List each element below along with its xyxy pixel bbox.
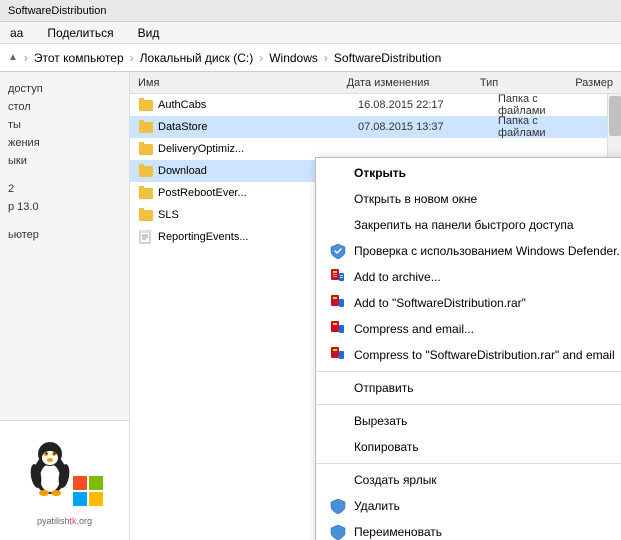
ctx-label-copy: Копировать xyxy=(354,440,419,454)
ctx-label-add-sd-rar: Add to "SoftwareDistribution.rar" xyxy=(354,296,526,310)
file-type-datastore: Папка с файлами xyxy=(490,115,590,139)
ctx-label-rename: Переименовать xyxy=(354,525,442,539)
ctx-item-cut[interactable]: Вырезать xyxy=(316,408,621,434)
separator-3 xyxy=(316,463,621,464)
file-list-container: Имя Дата изменения Тип Размер AuthCabs 1… xyxy=(130,72,621,540)
pin-icon xyxy=(328,217,348,233)
sidebar-item-dostup[interactable]: доступ xyxy=(0,80,129,98)
ctx-item-compress-sd-email[interactable]: Compress to "SoftwareDistribution.rar" a… xyxy=(316,342,621,368)
open-icon xyxy=(328,165,348,181)
col-header-size[interactable]: Размер xyxy=(567,77,621,89)
ctx-item-send[interactable]: Отправить ▶ xyxy=(316,375,621,401)
address-bar: ▲ › Этот компьютер › Локальный диск (C:)… xyxy=(0,44,621,72)
windows-logo xyxy=(73,476,105,511)
title-bar: SoftwareDistribution xyxy=(0,0,621,22)
rename-shield-icon xyxy=(328,524,348,540)
rar-icon-2 xyxy=(328,295,348,311)
file-name-datastore: DataStore xyxy=(130,120,350,134)
file-date-authcabs: 16.08.2015 22:17 xyxy=(350,99,490,111)
ctx-item-delete[interactable]: Удалить xyxy=(316,493,621,519)
sidebar-item-yki[interactable]: ыки xyxy=(0,152,129,170)
address-part-2[interactable]: Windows xyxy=(269,51,318,65)
menu-bar: аа Поделиться Вид xyxy=(0,22,621,44)
file-name-delivery: DeliveryOptimiz... xyxy=(130,142,350,156)
copy-icon xyxy=(328,439,348,455)
address-sep-4: › xyxy=(324,51,328,65)
file-date-datastore: 07.08.2015 13:37 xyxy=(350,121,490,133)
ctx-item-add-archive[interactable]: Add to archive... xyxy=(316,264,621,290)
table-row[interactable]: DataStore 07.08.2015 13:37 Папка с файла… xyxy=(130,116,621,138)
logo-composite xyxy=(25,436,105,516)
sidebar-item-zheniya[interactable]: жения xyxy=(0,134,129,152)
bottom-logo-area: pyatilishtk.org xyxy=(0,420,130,540)
rar-icon-1 xyxy=(328,269,348,285)
ctx-label-compress-sd-email: Compress to "SoftwareDistribution.rar" a… xyxy=(354,348,615,362)
col-header-type[interactable]: Тип xyxy=(472,77,567,89)
scroll-thumb[interactable] xyxy=(609,96,621,136)
defender-shield-icon xyxy=(328,243,348,259)
col-header-date[interactable]: Дата изменения xyxy=(339,77,472,89)
menu-item-share[interactable]: Поделиться xyxy=(41,24,119,42)
ctx-item-compress-email[interactable]: Compress and email... xyxy=(316,316,621,342)
sidebar-item-stol[interactable]: стол xyxy=(0,98,129,116)
address-part-1[interactable]: Локальный диск (C:) xyxy=(140,51,254,65)
address-sep-3: › xyxy=(259,51,263,65)
file-list-header: Имя Дата изменения Тип Размер xyxy=(130,72,621,94)
logo-text: pyatilishtk.org xyxy=(37,516,92,526)
nav-up-icon[interactable]: ▲ xyxy=(8,52,18,63)
cut-icon xyxy=(328,413,348,429)
ctx-item-shortcut[interactable]: Создать ярлык xyxy=(316,467,621,493)
table-row[interactable]: AuthCabs 16.08.2015 22:17 Папка с файлам… xyxy=(130,94,621,116)
penguin-icon xyxy=(30,436,70,499)
ctx-label-send: Отправить xyxy=(354,381,414,395)
separator-1 xyxy=(316,371,621,372)
ctx-item-pin[interactable]: Закрепить на панели быстрого доступа xyxy=(316,212,621,238)
sidebar: доступ стол ты жения ыки 2 р 13.0 ьютер xyxy=(0,72,130,540)
address-part-0[interactable]: Этот компьютер xyxy=(34,51,124,65)
shortcut-icon xyxy=(328,472,348,488)
ctx-label-delete: Удалить xyxy=(354,499,400,513)
ctx-label-open-new: Открыть в новом окне xyxy=(354,192,477,206)
ctx-label-add-archive: Add to archive... xyxy=(354,270,441,284)
ctx-item-add-sd-rar[interactable]: Add to "SoftwareDistribution.rar" xyxy=(316,290,621,316)
separator-2 xyxy=(316,404,621,405)
ctx-item-copy[interactable]: Копировать xyxy=(316,434,621,460)
ctx-label-shortcut: Создать ярлык xyxy=(354,473,437,487)
ctx-item-defender[interactable]: Проверка с использованием Windows Defend… xyxy=(316,238,621,264)
ctx-label-compress-email: Compress and email... xyxy=(354,322,474,336)
ctx-label-open: Открыть xyxy=(354,166,406,180)
address-sep-1: › xyxy=(24,51,28,65)
open-new-icon xyxy=(328,191,348,207)
context-menu: Открыть Открыть в новом окне Закрепить н… xyxy=(315,157,621,540)
ctx-item-rename[interactable]: Переименовать xyxy=(316,519,621,540)
file-type-authcabs: Папка с файлами xyxy=(490,93,590,117)
sidebar-item-ty[interactable]: ты xyxy=(0,116,129,134)
rar-icon-3 xyxy=(328,321,348,337)
address-part-3[interactable]: SoftwareDistribution xyxy=(334,51,441,65)
sidebar-item-computer[interactable]: ьютер xyxy=(0,226,129,244)
ctx-label-defender: Проверка с использованием Windows Defend… xyxy=(354,244,621,258)
file-name-reporting: ReportingEvents... xyxy=(130,230,345,244)
file-name-authcabs: AuthCabs xyxy=(130,98,350,112)
ctx-item-open[interactable]: Открыть xyxy=(316,160,621,186)
sidebar-item-r13[interactable]: р 13.0 xyxy=(0,198,129,216)
ctx-item-open-new[interactable]: Открыть в новом окне xyxy=(316,186,621,212)
rar-icon-4 xyxy=(328,347,348,363)
menu-item-view[interactable]: Вид xyxy=(132,24,166,42)
main-layout: доступ стол ты жения ыки 2 р 13.0 ьютер xyxy=(0,72,621,540)
ctx-label-cut: Вырезать xyxy=(354,414,407,428)
send-icon xyxy=(328,380,348,396)
delete-shield-icon xyxy=(328,498,348,514)
title-text: SoftwareDistribution xyxy=(8,5,106,17)
sidebar-item-2[interactable]: 2 xyxy=(0,180,129,198)
menu-item-file[interactable]: аа xyxy=(4,24,29,42)
ctx-label-pin: Закрепить на панели быстрого доступа xyxy=(354,218,574,232)
col-header-name[interactable]: Имя xyxy=(130,77,339,89)
address-sep-2: › xyxy=(130,51,134,65)
